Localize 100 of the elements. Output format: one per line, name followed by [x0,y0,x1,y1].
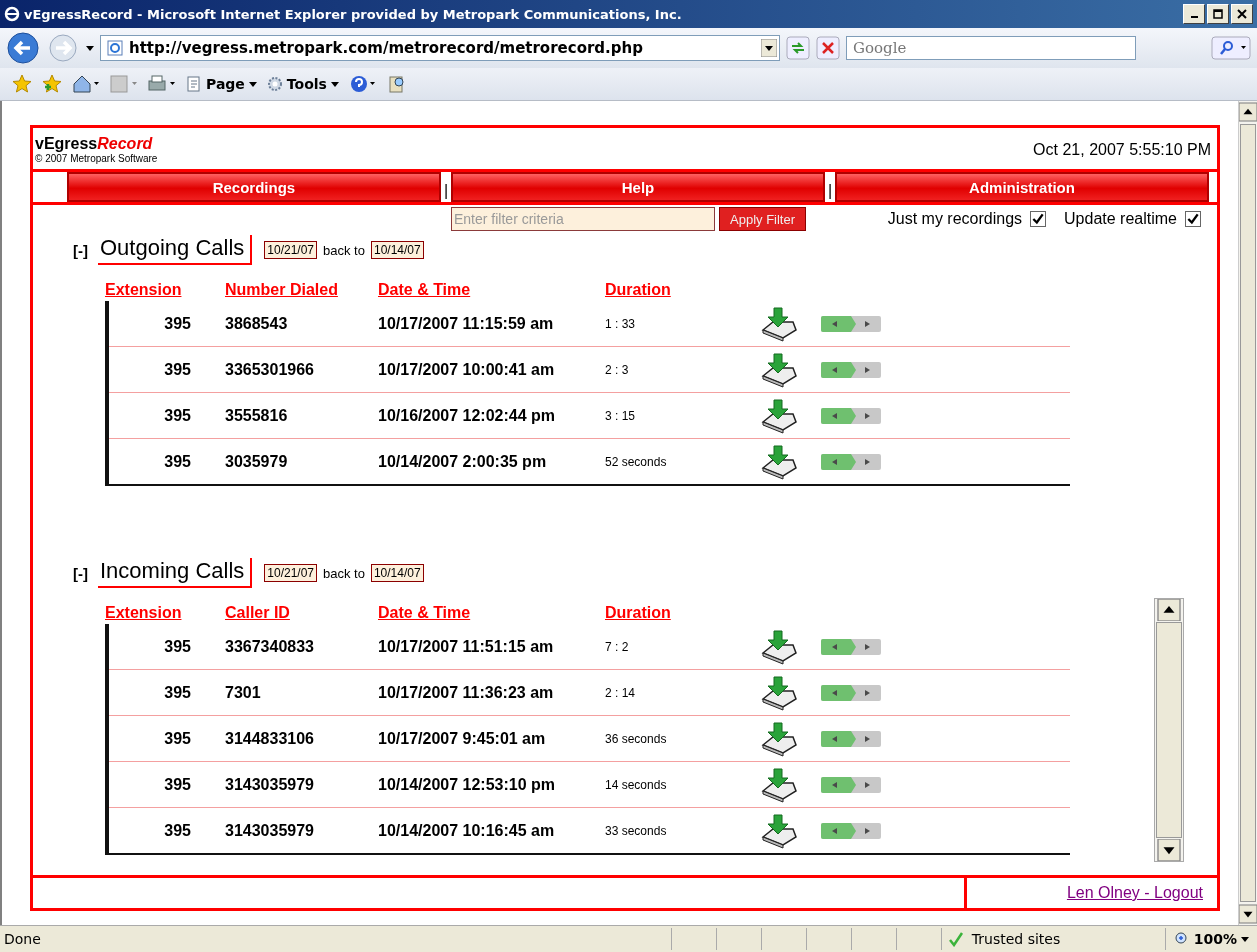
table-cell-text: 3143035979 [225,775,315,794]
search-field[interactable]: Google [846,36,1136,60]
column-header[interactable]: Caller ID [225,604,378,622]
window-title: vEgressRecord - Microsoft Internet Explorer provided by Metropark Communications, Inc. [24,6,683,22]
home-icon[interactable] [72,74,100,94]
option-label: Update realtime [1064,210,1177,228]
scroll-up-icon[interactable] [1239,101,1257,123]
table-cell-text: 10/14/2007 2:00:35 pm [378,452,548,471]
column-header[interactable]: Duration [605,281,671,299]
collapse-toggle[interactable]: [-] [73,241,88,259]
maximize-button[interactable] [1207,4,1229,24]
download-icon[interactable] [759,674,799,711]
date-badge[interactable]: 10/21/07 [264,241,318,259]
caret-icon [330,80,339,88]
back-to-text: back to [323,242,365,258]
table-cell-text: 395 [163,821,192,840]
download-icon[interactable] [759,812,799,849]
logout-link[interactable]: Len Olney - Logout [1066,884,1203,902]
scroll-up-icon[interactable] [1155,599,1183,621]
research-icon[interactable] [386,74,407,94]
close-icon [1236,8,1248,20]
checkbox[interactable] [1030,211,1047,227]
back-to-text: back to [323,565,365,581]
audio-player-icon[interactable] [821,774,881,795]
column-header[interactable]: Extension [105,281,225,299]
help-icon[interactable] [348,74,377,94]
download-icon[interactable] [759,351,799,388]
download-icon[interactable] [759,720,799,757]
date-badge[interactable]: 10/14/07 [370,241,424,259]
page-icon [186,76,202,92]
zoom-button[interactable]: 100% [1164,928,1257,950]
star-icon[interactable] [12,74,32,94]
nav-separator: | [443,181,449,201]
zoom-icon [1173,931,1190,947]
table-cell-text: 7301 [225,683,262,702]
table-cell-text: 10/17/2007 11:36:23 am [378,683,555,702]
table-cell-text: 10/17/2007 11:51:15 am [378,637,555,656]
audio-player-icon[interactable] [821,405,881,426]
table-cell-text: 3868543 [225,314,289,333]
date-badge[interactable]: 10/14/07 [370,564,424,582]
collapse-toggle[interactable]: [-] [73,564,88,582]
caret-icon [1241,935,1249,943]
table-cell-text: 1 : 33 [605,316,637,331]
table-cell-text: 3035979 [225,452,289,471]
apply-filter-button[interactable]: Apply Filter [719,207,807,231]
table-cell-text: 10/16/2007 12:02:44 pm [378,406,556,425]
minimize-icon [1190,16,1198,18]
audio-player-icon[interactable] [821,451,881,472]
table-cell-text: 3555816 [225,406,289,425]
security-zone-text: Trusted sites [971,931,1061,947]
app-logo-text: vEgressRecord [35,135,154,153]
printer-icon[interactable] [148,74,176,94]
table-cell-text: 395 [163,775,192,794]
table-cell-text: 10/17/2007 10:00:41 am [378,360,556,379]
checkbox[interactable] [1185,211,1201,227]
table-cell-text: 3367340833 [225,637,315,656]
audio-player-icon[interactable] [821,682,881,703]
audio-player-icon[interactable] [821,728,881,749]
download-icon[interactable] [759,628,799,665]
column-header[interactable]: Date & Time [378,604,605,622]
back-button[interactable] [6,31,40,65]
filter-field[interactable]: Enter filter criteria [451,207,715,231]
audio-player-icon[interactable] [821,820,881,841]
column-header[interactable]: Duration [605,604,671,622]
dropdown-caret-icon[interactable] [761,39,777,57]
minimize-button[interactable] [1183,4,1205,24]
audio-player-icon[interactable] [821,636,881,657]
close-button[interactable] [1231,4,1253,24]
scroll-down-icon[interactable] [1155,839,1183,861]
audio-player-icon[interactable] [821,359,881,380]
nav-tab[interactable]: Administration [835,172,1209,202]
download-icon[interactable] [759,443,799,480]
nav-tab[interactable]: Recordings [67,172,441,202]
download-icon[interactable] [759,305,799,342]
table-cell-text: 10/14/2007 12:53:10 pm [378,775,556,794]
download-icon[interactable] [759,397,799,434]
date-badge[interactable]: 10/21/07 [264,564,317,582]
dropdown-caret-icon[interactable] [86,44,94,52]
nav-tab[interactable]: Help [451,172,825,202]
status-text: Done [3,931,42,947]
table-cell-text: 14 seconds [605,777,668,792]
search-icon[interactable] [1211,36,1251,60]
column-header[interactable]: Date & Time [378,281,605,299]
toolbar-menu-button[interactable]: Page [186,76,257,92]
table-cell-text: 10/14/2007 10:16:45 am [378,821,556,840]
download-icon[interactable] [759,766,799,803]
page-icon [107,40,123,56]
scroll-down-icon[interactable] [1239,903,1257,925]
table-cell-text: 52 seconds [605,454,668,469]
add-favorite-icon[interactable] [42,74,62,94]
toolbar-menu-button[interactable]: Tools [266,76,339,92]
table-cell-text: 3143035979 [225,821,315,840]
option-label: Just my recordings [887,210,1023,228]
refresh-icon[interactable] [786,36,810,60]
audio-player-icon[interactable] [821,313,881,334]
stop-icon[interactable] [816,36,840,60]
column-header[interactable]: Number Dialed [225,281,378,299]
browser-logo-icon [4,6,20,22]
address-field[interactable]: http://vegress.metropark.com/metrorecord/metrorecord.php [100,35,780,61]
column-header[interactable]: Extension [105,604,225,622]
